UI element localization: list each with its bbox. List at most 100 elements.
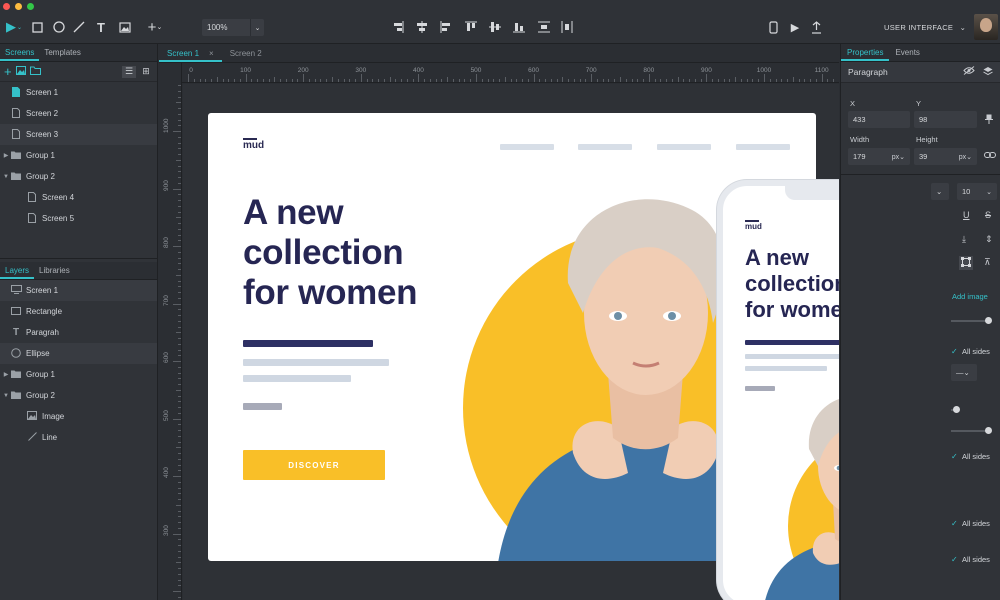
tree-item-screen-3[interactable]: Screen 3: [0, 124, 157, 145]
tree-item-screen-1[interactable]: Screen 1: [0, 280, 157, 301]
pin-icon[interactable]: [985, 114, 993, 126]
align-middle-icon[interactable]: [487, 19, 503, 35]
horizontal-ruler[interactable]: 0 100 200 300 400 500 600 700 800 900 1000 1100: [182, 63, 839, 83]
tree-item-screen-2[interactable]: Screen 2: [0, 103, 157, 124]
all-sides-toggle-1[interactable]: ✓ All sides: [951, 347, 990, 356]
tree-item-group-1[interactable]: ▶ Group 1: [0, 145, 157, 166]
chevron-right-icon[interactable]: ▶: [2, 371, 10, 378]
tree-item-group-2[interactable]: ▼ Group 2: [0, 385, 157, 406]
mobile-artboard[interactable]: mud A new collection for women: [717, 180, 839, 600]
distribute-horizontal-icon[interactable]: [559, 19, 575, 35]
tree-item-line[interactable]: Line: [0, 427, 157, 448]
minimize-window-button[interactable]: [15, 3, 22, 10]
align-bottom-icon[interactable]: ⤓: [962, 234, 966, 245]
add-image-screen-icon[interactable]: [15, 65, 26, 78]
border-style-select[interactable]: —⌄: [951, 364, 977, 381]
border-slider[interactable]: [951, 406, 960, 413]
device-preview-icon[interactable]: [765, 19, 781, 35]
vertical-ruler[interactable]: 1000 900 800 700 600 500 400 300: [159, 63, 182, 600]
doc-tab-screen-2[interactable]: Screen 2: [222, 44, 270, 62]
font-family-select[interactable]: ⌄: [931, 183, 949, 200]
hero-image[interactable]: [763, 381, 839, 600]
chevron-down-icon[interactable]: ▼: [2, 393, 10, 399]
layers-icon[interactable]: [983, 66, 993, 78]
eye-off-icon[interactable]: [963, 66, 975, 78]
chevron-right-icon[interactable]: ▶: [2, 152, 10, 159]
mockup-headline[interactable]: A new collection for women: [745, 245, 839, 323]
play-icon[interactable]: ▶: [787, 19, 803, 35]
rectangle-tool-icon[interactable]: [29, 19, 45, 35]
maximize-window-button[interactable]: [27, 3, 34, 10]
add-image-link[interactable]: Add image: [952, 292, 988, 301]
zoom-select[interactable]: 100% ⌄: [202, 19, 264, 36]
tab-events[interactable]: Events: [889, 44, 925, 61]
slider-knob[interactable]: [985, 427, 992, 434]
height-input[interactable]: 39 px⌄: [914, 148, 977, 165]
add-folder-icon[interactable]: [29, 66, 41, 78]
all-sides-toggle-2[interactable]: ✓ All sides: [951, 452, 990, 461]
list-view-icon[interactable]: ☰: [122, 65, 136, 78]
tree-item-group-2[interactable]: ▼ Group 2: [0, 166, 157, 187]
add-screen-icon[interactable]: +: [4, 64, 12, 79]
font-size-select[interactable]: 10 ⌄: [957, 183, 997, 200]
share-icon[interactable]: [808, 19, 824, 35]
opacity-slider[interactable]: [951, 317, 992, 324]
align-right-icon[interactable]: [438, 19, 454, 35]
layers-tabs: Layers Libraries: [0, 262, 157, 280]
chevron-down-icon[interactable]: ▼: [2, 174, 10, 180]
design-canvas[interactable]: mud A new collection for women DISCOVER: [183, 84, 839, 600]
close-icon[interactable]: ×: [209, 44, 214, 60]
align-top-icon[interactable]: [463, 19, 479, 35]
tree-item-group-1[interactable]: ▶ Group 1: [0, 364, 157, 385]
tab-templates[interactable]: Templates: [39, 44, 85, 61]
underline-icon[interactable]: U: [963, 210, 970, 220]
align-center-icon[interactable]: [414, 19, 430, 35]
ruler-tick: [573, 79, 575, 82]
all-sides-toggle-3[interactable]: ✓ All sides: [951, 519, 990, 528]
all-sides-toggle-4[interactable]: ✓ All sides: [951, 555, 990, 564]
avatar[interactable]: [974, 14, 998, 40]
radius-slider[interactable]: [951, 427, 992, 434]
slider-knob[interactable]: [985, 317, 992, 324]
tree-item-ellipse[interactable]: Ellipse: [0, 343, 157, 364]
align-left-icon[interactable]: [390, 19, 406, 35]
ruler-label: 500: [470, 67, 482, 74]
select-tool-icon[interactable]: ▶ ⌄: [4, 19, 24, 35]
add-element-icon[interactable]: + ⌄: [143, 19, 167, 36]
transform-icon[interactable]: [959, 256, 973, 270]
ellipse-tool-icon[interactable]: [51, 19, 67, 35]
tab-properties[interactable]: Properties: [841, 44, 890, 61]
x-input[interactable]: 433: [848, 111, 910, 128]
mockup-headline[interactable]: A new collection for women: [243, 193, 483, 313]
project-selector[interactable]: USER INTERFACE ⌄: [884, 23, 966, 32]
y-input[interactable]: 98: [914, 111, 977, 128]
height-unit-select[interactable]: px⌄: [959, 153, 972, 161]
tree-item-image[interactable]: Image: [0, 406, 157, 427]
ruler-tick: [815, 79, 817, 82]
align-stretch-icon[interactable]: ⇕: [985, 234, 993, 245]
width-unit-select[interactable]: px⌄: [892, 153, 905, 161]
align-bottom-icon[interactable]: [511, 19, 527, 35]
tree-item-paragrah[interactable]: T Paragrah: [0, 322, 157, 343]
tab-libraries[interactable]: Libraries: [34, 262, 75, 279]
doc-tab-screen-1[interactable]: Screen 1 ×: [159, 44, 222, 62]
text-vertical-icon[interactable]: ⊼: [984, 257, 991, 268]
tree-item-screen-5[interactable]: Screen 5: [0, 208, 157, 229]
link-icon[interactable]: [984, 151, 996, 161]
text-tool-icon[interactable]: T: [93, 19, 109, 35]
discover-button[interactable]: DISCOVER: [243, 450, 385, 480]
tree-item-screen-1[interactable]: Screen 1: [0, 82, 157, 103]
ruler-tick: [178, 90, 181, 92]
tree-item-rectangle[interactable]: Rectangle: [0, 301, 157, 322]
tab-screens[interactable]: Screens: [0, 44, 40, 61]
close-window-button[interactable]: [3, 3, 10, 10]
line-tool-icon[interactable]: [71, 19, 87, 35]
tab-layers[interactable]: Layers: [0, 262, 35, 279]
grid-view-icon[interactable]: ⊞: [139, 66, 153, 78]
distribute-vertical-icon[interactable]: [536, 19, 552, 35]
slider-knob[interactable]: [953, 406, 960, 413]
width-input[interactable]: 179 px⌄: [848, 148, 910, 165]
strikethrough-icon[interactable]: S: [985, 210, 991, 220]
image-tool-icon[interactable]: [117, 19, 133, 35]
tree-item-screen-4[interactable]: Screen 4: [0, 187, 157, 208]
